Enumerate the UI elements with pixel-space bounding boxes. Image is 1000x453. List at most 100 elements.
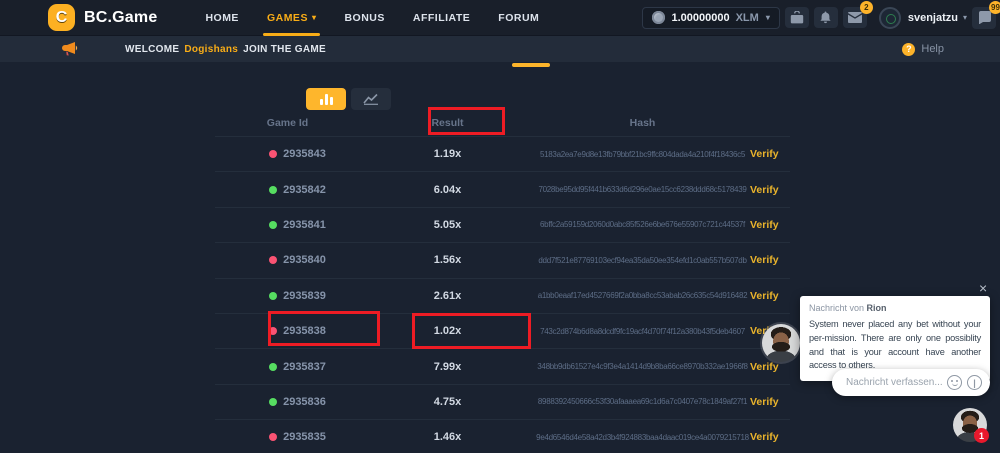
- nav-item-home[interactable]: HOME: [191, 0, 253, 36]
- nav-item-games[interactable]: GAMES▾: [253, 0, 331, 36]
- table-row: 2935838 1.02x 743c2d874b6d8a8dcdf9fc19ac…: [215, 313, 790, 348]
- info-icon[interactable]: |: [967, 375, 982, 390]
- close-icon[interactable]: ×: [979, 281, 987, 295]
- nav-label: HOME: [205, 12, 239, 24]
- emoji-icon[interactable]: [947, 375, 962, 390]
- game-id-cell: 2935835: [215, 431, 360, 443]
- hash-cell: 6bffc2a59159d2060d0abc85f526e6be676e5590…: [535, 220, 750, 229]
- game-id: 2935836: [283, 396, 326, 408]
- announcement-text: WELCOME Dogishans JOIN THE GAME: [125, 36, 326, 62]
- history-view-tabs: [306, 88, 391, 110]
- chat-message-meta: Nachricht von Rion: [809, 303, 981, 313]
- bell-icon: [819, 11, 832, 24]
- notifications-button[interactable]: [814, 7, 838, 28]
- page-tab-indicator: [512, 63, 550, 67]
- game-id: 2935837: [283, 361, 326, 373]
- game-id: 2935842: [283, 184, 326, 196]
- game-id-cell: 2935839: [215, 290, 360, 302]
- brand-logo-icon: C: [48, 4, 75, 31]
- game-id: 2935835: [283, 431, 326, 443]
- verify-link[interactable]: Verify: [750, 148, 790, 160]
- table-row: 2935836 4.75x 8988392450666c53f30afaaaea…: [215, 384, 790, 419]
- tab-my-bets[interactable]: [306, 88, 346, 110]
- verify-link[interactable]: Verify: [750, 396, 790, 408]
- table-body: 2935843 1.19x 5183a2ea7e9d8e13fb79bbf21b…: [215, 136, 790, 453]
- hash-cell: 743c2d874b6d8a8dcdf9fc19acf4d70f74f12a38…: [535, 327, 750, 336]
- megaphone-icon: [62, 41, 79, 57]
- result-status-dot: [269, 221, 277, 229]
- result-cell: 1.02x: [360, 325, 535, 337]
- user-menu[interactable]: svenjatzu ▾: [879, 7, 967, 29]
- nav-item-forum[interactable]: FORUM: [484, 0, 553, 36]
- messages-button[interactable]: 2: [843, 7, 867, 28]
- table-row: 2935841 5.05x 6bffc2a59159d2060d0abc85f5…: [215, 207, 790, 242]
- verify-link[interactable]: Verify: [750, 254, 790, 266]
- result-status-dot: [269, 433, 277, 441]
- wallet-icon: [790, 11, 804, 24]
- username: svenjatzu: [908, 12, 958, 24]
- balance-selector[interactable]: 1.00000000 XLM ▾: [642, 7, 779, 29]
- chat-toggle-button[interactable]: 99: [972, 7, 996, 29]
- game-id-cell: 2935836: [215, 396, 360, 408]
- hash-cell: 7028be95dd95f441b633d6d296e0ae15cc6238dd…: [535, 185, 750, 194]
- chat-input-card: |: [832, 369, 990, 396]
- nav-item-bonus[interactable]: BONUS: [330, 0, 398, 36]
- result-status-dot: [269, 363, 277, 371]
- main-nav: HOME GAMES▾ BONUS AFFILIATE FORUM: [191, 0, 553, 36]
- game-id: 2935838: [283, 325, 326, 337]
- column-header-hash: Hash: [535, 117, 750, 129]
- chevron-down-icon: ▾: [766, 13, 770, 22]
- game-id-cell: 2935840: [215, 254, 360, 266]
- hash-cell: 9e4d6546d4e58a42d3b4f924883baa4daac019ce…: [535, 433, 750, 442]
- table-row: 2935842 6.04x 7028be95dd95f441b633d6d296…: [215, 171, 790, 206]
- nav-item-affiliate[interactable]: AFFILIATE: [399, 0, 484, 36]
- balance-currency: XLM: [736, 12, 759, 24]
- tab-trends[interactable]: [351, 88, 391, 110]
- verify-link[interactable]: Verify: [750, 361, 790, 373]
- wallet-button[interactable]: [785, 7, 809, 28]
- game-id-cell: 2935843: [215, 148, 360, 160]
- verify-link[interactable]: Verify: [750, 431, 790, 443]
- trend-chart-icon: [363, 93, 379, 105]
- nav-label: BONUS: [344, 12, 384, 24]
- table-header-row: Game Id Result Hash: [215, 110, 790, 136]
- result-cell: 5.05x: [360, 219, 535, 231]
- result-cell: 1.19x: [360, 148, 535, 160]
- announcement-suffix: JOIN THE GAME: [243, 44, 326, 55]
- chevron-down-icon: ▾: [963, 13, 967, 22]
- hash-cell: 348bb9db61527e4c9f3e4a1414d9b8ba66ce8970…: [535, 362, 750, 371]
- brand-name: BC.Game: [84, 9, 157, 27]
- verify-link[interactable]: Verify: [750, 184, 790, 196]
- result-status-dot: [269, 186, 277, 194]
- game-id: 2935839: [283, 290, 326, 302]
- game-id-cell: 2935842: [215, 184, 360, 196]
- nav-label: FORUM: [498, 12, 539, 24]
- result-cell: 4.75x: [360, 396, 535, 408]
- hash-cell: 8988392450666c53f30afaaaea69c1d6a7c0407e…: [535, 397, 750, 406]
- header-right: 1.00000000 XLM ▾ 2 svenjatzu ▾ 99: [642, 7, 996, 29]
- help-label: Help: [921, 43, 944, 55]
- coin-icon: [652, 11, 665, 24]
- announcement-bar: WELCOME Dogishans JOIN THE GAME ? Help: [0, 36, 1000, 62]
- help-button[interactable]: ? Help: [902, 36, 944, 62]
- chat-sender-avatar: [762, 324, 800, 362]
- hash-cell: ddd7f521e87769103ecf94ea35da50ee354efd1c…: [535, 256, 750, 265]
- table-row: 2935835 1.46x 9e4d6546d4e58a42d3b4f92488…: [215, 419, 790, 453]
- column-header-game-id: Game Id: [215, 117, 360, 129]
- result-cell: 1.46x: [360, 431, 535, 443]
- column-header-result: Result: [360, 117, 535, 129]
- chat-message-input[interactable]: [846, 377, 942, 388]
- game-id: 2935840: [283, 254, 326, 266]
- brand-logo[interactable]: C BC.Game: [48, 4, 157, 31]
- verify-link[interactable]: Verify: [750, 290, 790, 302]
- logo-letter: C: [56, 9, 68, 27]
- game-id-cell: 2935841: [215, 219, 360, 231]
- game-history-table: Game Id Result Hash 2935843 1.19x 5183a2…: [215, 110, 790, 453]
- chat-message-text: System never placed any bet without your…: [809, 318, 981, 373]
- result-status-dot: [269, 398, 277, 406]
- verify-link[interactable]: Verify: [750, 219, 790, 231]
- balance-amount: 1.00000000: [671, 12, 729, 24]
- chat-unread-badge: 1: [974, 428, 989, 443]
- message-from-label: Nachricht von: [809, 303, 864, 313]
- chat-toggle-badge: 99: [989, 1, 1000, 14]
